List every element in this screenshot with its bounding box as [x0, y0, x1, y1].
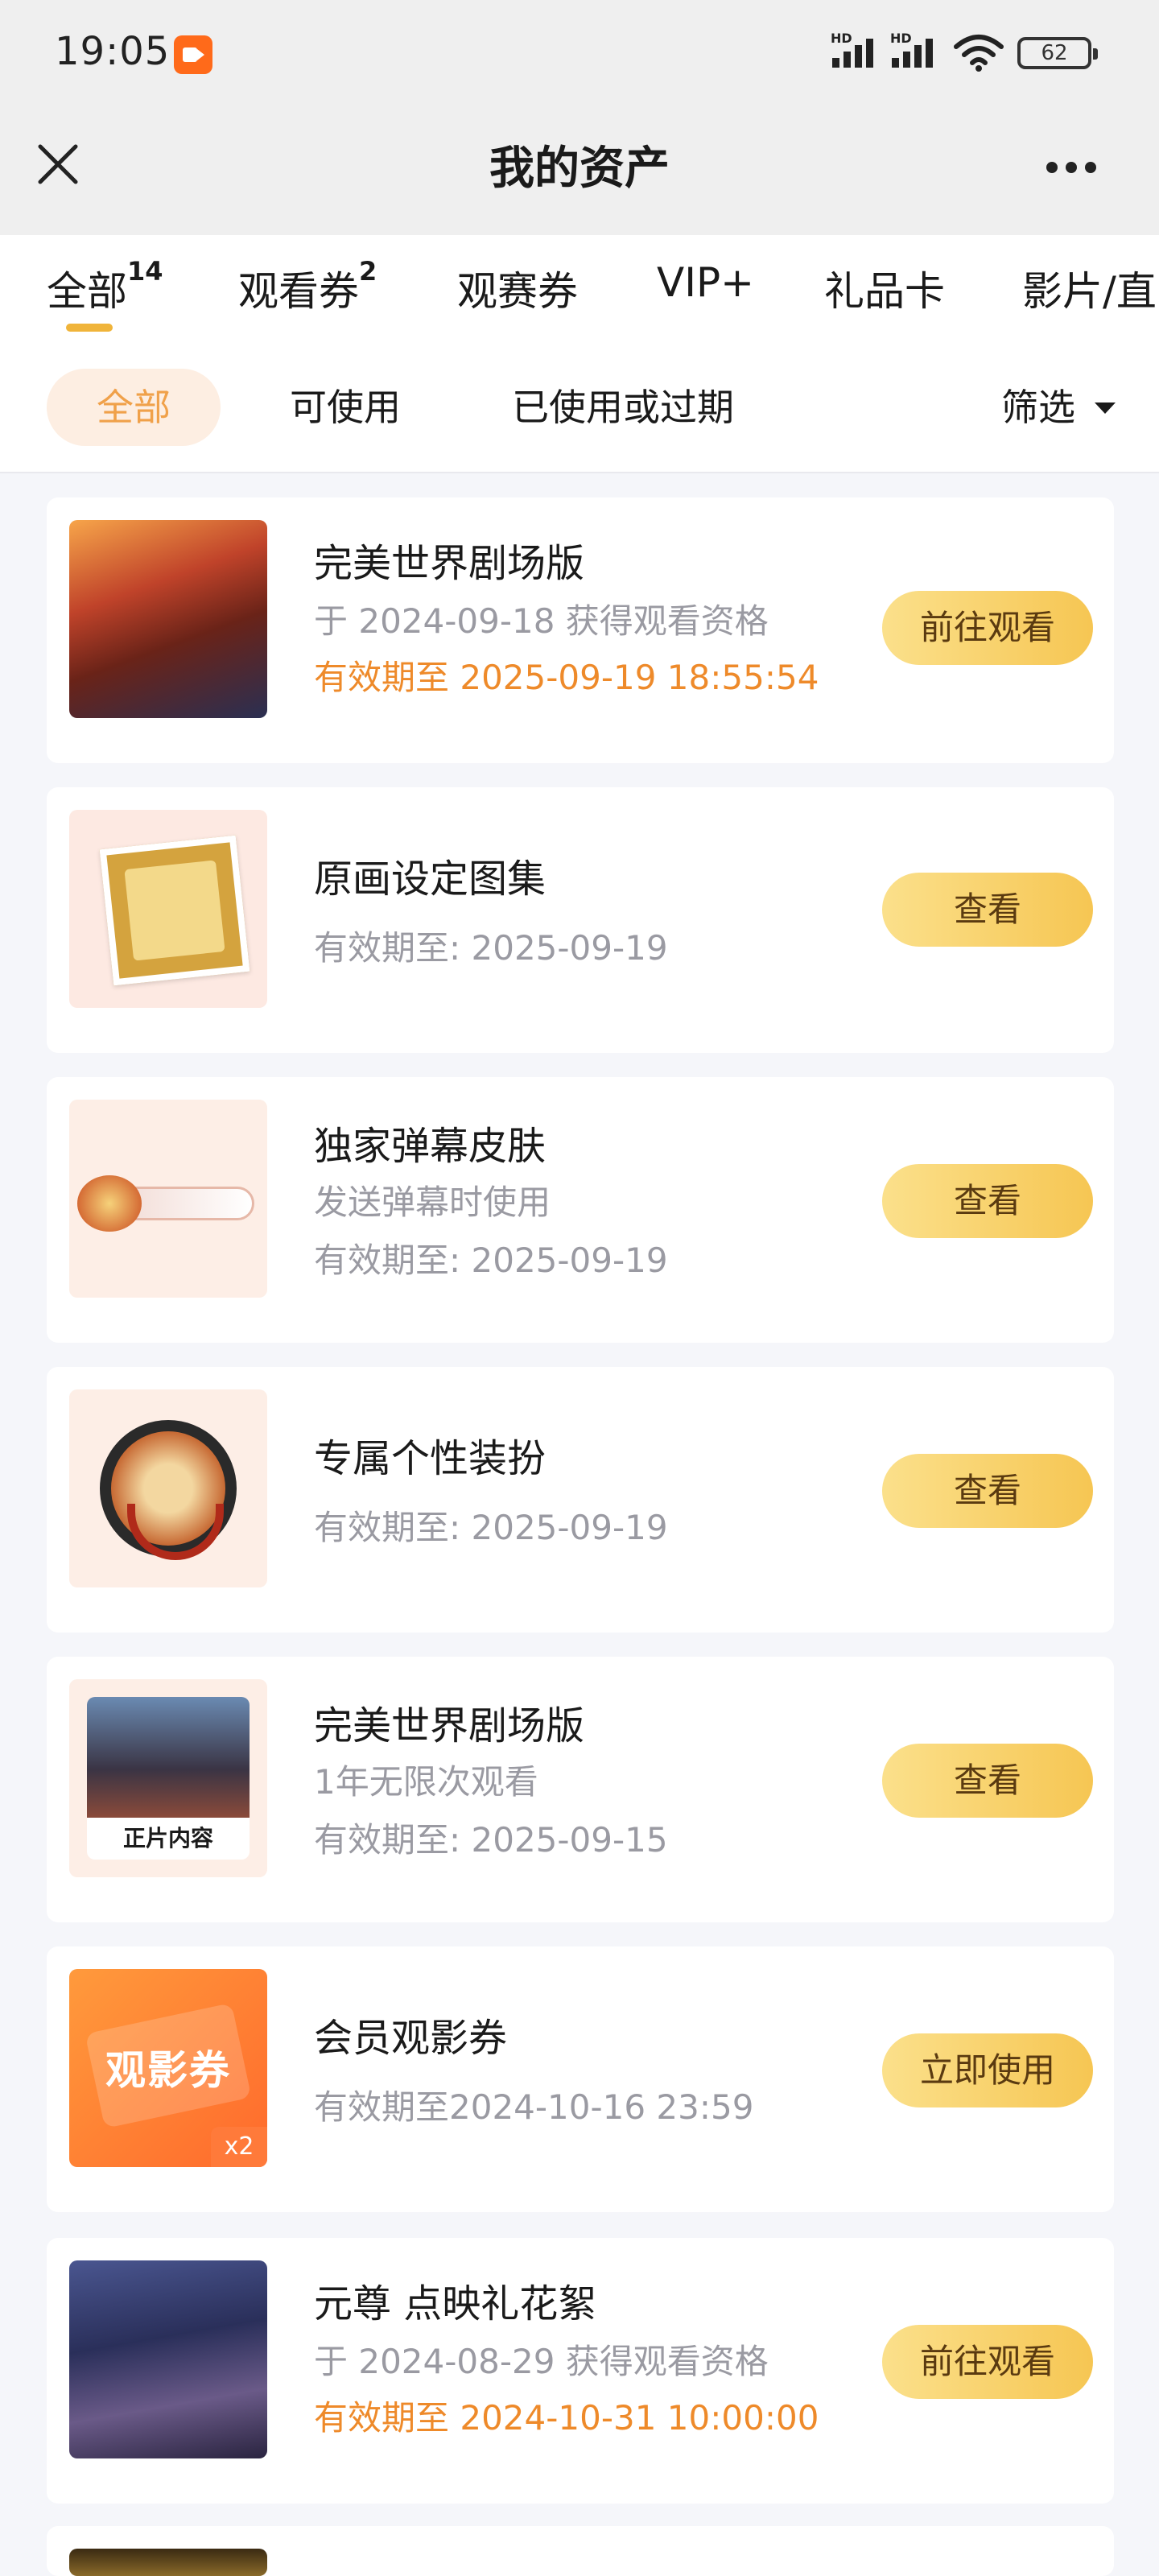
tab-count: 2 — [359, 256, 377, 287]
card-subtitle: 于 2024-09-18 获得观看资格 — [314, 601, 769, 641]
movie-poster-thumbnail — [69, 2549, 267, 2576]
asset-card[interactable] — [47, 2526, 1114, 2576]
filter-bar: 全部 可使用 已使用或过期 筛选 — [0, 343, 1159, 473]
tab-label: 全部 — [47, 268, 127, 315]
avatar-frame-thumbnail — [69, 1389, 267, 1587]
view-button[interactable]: 查看 — [882, 1744, 1093, 1818]
asset-card[interactable]: 正片内容 完美世界剧场版 1年无限次观看 有效期至: 2025-09-15 查看 — [47, 1657, 1114, 1922]
tab-label: 观赛券 — [457, 268, 578, 315]
thumbnail-label: 正片内容 — [87, 1818, 250, 1860]
asset-card[interactable]: 专属个性装扮 有效期至: 2025-09-19 查看 — [47, 1367, 1114, 1633]
movie-poster-thumbnail — [69, 2260, 267, 2458]
card-subtitle: 1年无限次观看 — [314, 1762, 538, 1802]
use-now-button[interactable]: 立即使用 — [882, 2033, 1093, 2107]
card-title: 元尊 点映礼花絮 — [314, 2281, 597, 2326]
page-title: 我的资产 — [489, 142, 670, 195]
voucher-count-badge: x2 — [211, 2127, 267, 2167]
signal-icon-2: HD — [890, 31, 943, 71]
tab-gift-card[interactable]: 礼品卡 — [824, 259, 945, 317]
card-expiry: 有效期至2024-10-16 23:59 — [314, 2087, 754, 2127]
card-expiry: 有效期至: 2025-09-19 — [314, 1241, 668, 1280]
card-title: 独家弹幕皮肤 — [314, 1124, 547, 1169]
card-title: 原画设定图集 — [314, 857, 547, 902]
avatar-ring-icon — [100, 1420, 237, 1560]
thumbnail-label: 观影券 — [105, 2047, 231, 2094]
asset-card[interactable]: 观影券 x2 会员观影券 有效期至2024-10-16 23:59 立即使用 — [47, 1946, 1114, 2212]
tab-all[interactable]: 全部14 — [47, 256, 163, 317]
go-watch-button[interactable]: 前往观看 — [882, 2325, 1093, 2399]
tab-label: 礼品卡 — [824, 268, 945, 315]
danmaku-skin-thumbnail — [69, 1100, 267, 1298]
card-title: 专属个性装扮 — [314, 1436, 547, 1481]
card-expiry: 有效期至: 2025-09-19 — [314, 928, 668, 968]
card-title: 完美世界剧场版 — [314, 541, 585, 586]
battery-icon: 62 — [1017, 37, 1098, 69]
tab-count: 14 — [127, 256, 163, 287]
view-button[interactable]: 查看 — [882, 873, 1093, 947]
asset-list: 完美世界剧场版 于 2024-09-18 获得观看资格 有效期至 2025-09… — [0, 473, 1159, 2576]
status-time: 19:05 — [55, 29, 171, 74]
movie-poster-thumbnail: 正片内容 — [69, 1679, 267, 1877]
movie-poster-thumbnail — [69, 520, 267, 718]
tab-vip-plus[interactable]: VIP+ — [657, 259, 754, 306]
wifi-icon — [954, 35, 1004, 72]
poster-image — [87, 1697, 250, 1818]
card-expiry: 有效期至: 2025-09-19 — [314, 1508, 668, 1547]
signal-icon: HD — [831, 31, 884, 71]
tab-label: VIP+ — [657, 259, 754, 306]
card-subtitle: 发送弹幕时使用 — [314, 1183, 551, 1222]
tab-watch-voucher[interactable]: 观看券2 — [238, 256, 377, 317]
art-book-thumbnail — [69, 810, 267, 1008]
status-bar: 19:05 HD HD 62 — [0, 0, 1159, 106]
filter-sort-button[interactable]: 筛选 — [1001, 369, 1075, 446]
asset-card[interactable]: 完美世界剧场版 于 2024-09-18 获得观看资格 有效期至 2025-09… — [47, 497, 1114, 763]
tab-films-live[interactable]: 影片/直 — [1022, 259, 1157, 317]
filter-usable[interactable]: 可使用 — [290, 369, 401, 446]
flame-icon — [77, 1175, 142, 1232]
tab-label: 观看券 — [238, 268, 359, 315]
tab-match-voucher[interactable]: 观赛券 — [457, 259, 578, 317]
signal-hd-label-2: HD — [890, 31, 912, 46]
more-icon[interactable] — [1046, 161, 1111, 180]
tab-label: 影片/直 — [1022, 268, 1157, 315]
photo-frame-icon — [99, 835, 250, 986]
asset-card[interactable]: 独家弹幕皮肤 发送弹幕时使用 有效期至: 2025-09-19 查看 — [47, 1077, 1114, 1343]
asset-card[interactable]: 元尊 点映礼花絮 于 2024-08-29 获得观看资格 有效期至 2024-1… — [47, 2238, 1114, 2504]
card-expiry: 有效期至 2025-09-19 18:55:54 — [314, 658, 819, 697]
filter-all[interactable]: 全部 — [47, 369, 221, 446]
card-expiry: 有效期至: 2025-09-15 — [314, 1820, 668, 1860]
signal-hd-label: HD — [831, 31, 852, 46]
card-subtitle: 于 2024-08-29 获得观看资格 — [314, 2342, 769, 2381]
tab-bar: 全部14 观看券2 观赛券 VIP+ 礼品卡 影片/直 — [0, 235, 1159, 343]
header: 我的资产 — [0, 106, 1159, 235]
card-title: 会员观影券 — [314, 2016, 508, 2061]
card-expiry: 有效期至 2024-10-31 10:00:00 — [314, 2398, 819, 2438]
view-button[interactable]: 查看 — [882, 1164, 1093, 1238]
card-title: 完美世界剧场版 — [314, 1703, 585, 1748]
caret-down-icon[interactable] — [1095, 402, 1116, 414]
asset-card[interactable]: 原画设定图集 有效期至: 2025-09-19 查看 — [47, 787, 1114, 1053]
view-button[interactable]: 查看 — [882, 1454, 1093, 1528]
screen-record-icon — [174, 35, 212, 74]
tab-active-indicator — [66, 324, 113, 332]
voucher-thumbnail: 观影券 x2 — [69, 1969, 267, 2167]
filter-used-expired[interactable]: 已使用或过期 — [512, 369, 734, 446]
go-watch-button[interactable]: 前往观看 — [882, 591, 1093, 665]
